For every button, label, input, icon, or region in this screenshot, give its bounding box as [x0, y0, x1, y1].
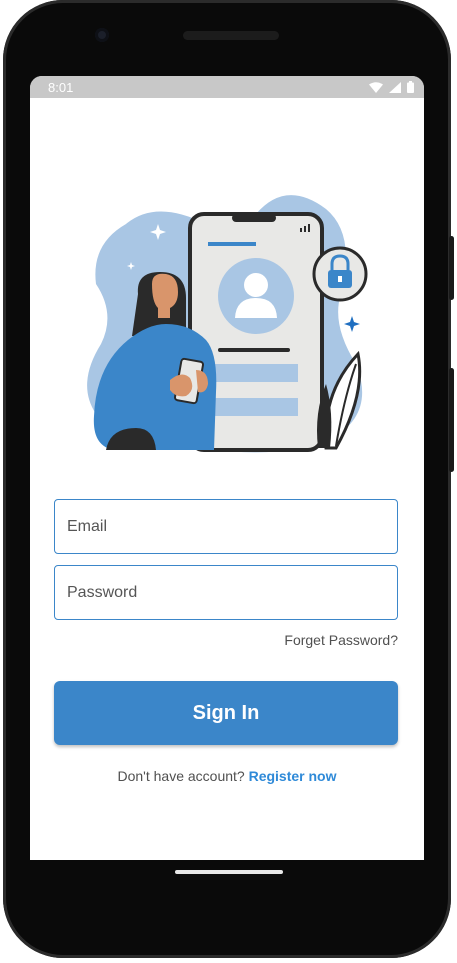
- wifi-icon: [369, 81, 383, 93]
- sign-in-button[interactable]: Sign In: [54, 681, 398, 745]
- earpiece-speaker: [183, 31, 279, 40]
- signal-icon: [389, 81, 401, 93]
- password-input[interactable]: [55, 566, 397, 619]
- sparkle-icon: [344, 316, 360, 332]
- home-indicator[interactable]: [175, 870, 283, 874]
- email-field[interactable]: [54, 499, 398, 554]
- app-screen: 8:01 Email Forget Password? Sign In Don'…: [30, 76, 424, 860]
- battery-icon: [407, 81, 414, 93]
- register-now-link[interactable]: Register now: [249, 768, 337, 784]
- forget-password-link[interactable]: Forget Password?: [284, 632, 398, 648]
- status-time: 8:01: [48, 79, 74, 95]
- volume-button: [449, 368, 454, 472]
- password-field[interactable]: [54, 565, 398, 620]
- power-button: [449, 236, 454, 300]
- front-camera: [95, 28, 109, 42]
- phone-frame: 8:01 Email Forget Password? Sign In Don'…: [3, 0, 454, 958]
- status-bar: 8:01: [30, 76, 424, 98]
- register-row: Don't have account? Register now: [30, 768, 424, 784]
- status-icons: [369, 81, 414, 93]
- login-illustration: [87, 195, 368, 453]
- email-input[interactable]: [55, 500, 397, 553]
- register-prompt: Don't have account?: [117, 768, 245, 784]
